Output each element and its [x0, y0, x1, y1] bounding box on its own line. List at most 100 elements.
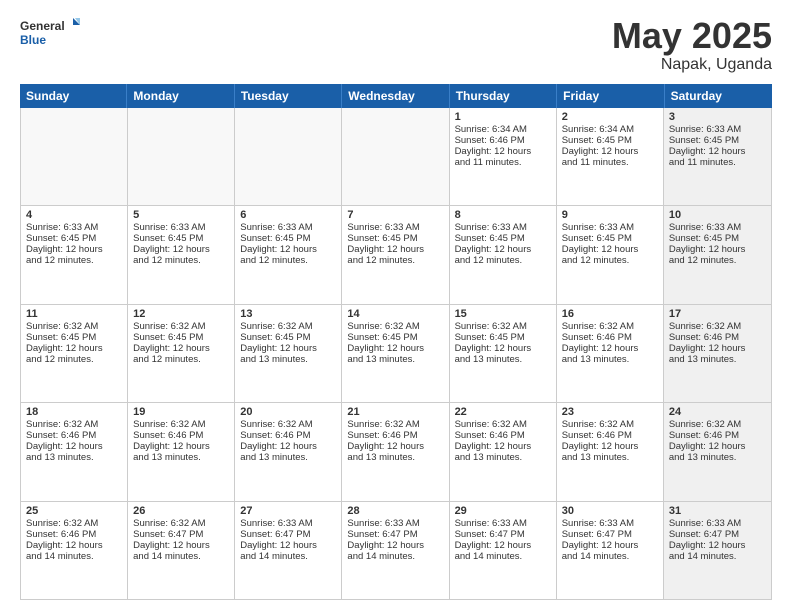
day-info-line: Sunrise: 6:32 AM — [347, 419, 443, 430]
day-number: 10 — [669, 209, 766, 221]
day-info-line: Daylight: 12 hours — [26, 441, 122, 452]
day-info-line: Sunrise: 6:32 AM — [669, 321, 766, 332]
day-info-line: Sunset: 6:45 PM — [669, 135, 766, 146]
day-info-line: Sunrise: 6:32 AM — [562, 419, 658, 430]
day-info-line: and 11 minutes. — [455, 157, 551, 168]
day-info-line: and 12 minutes. — [347, 255, 443, 266]
day-info-line: Sunset: 6:46 PM — [669, 430, 766, 441]
day-info-line: and 12 minutes. — [562, 255, 658, 266]
day-info-line: Daylight: 12 hours — [562, 146, 658, 157]
day-info-line: Sunrise: 6:32 AM — [240, 321, 336, 332]
day-23: 23Sunrise: 6:32 AMSunset: 6:46 PMDayligh… — [557, 403, 664, 500]
day-info-line: Sunrise: 6:32 AM — [455, 419, 551, 430]
day-info-line: Sunset: 6:47 PM — [347, 529, 443, 540]
day-info-line: Daylight: 12 hours — [240, 540, 336, 551]
day-info-line: Daylight: 12 hours — [669, 441, 766, 452]
day-info-line: Daylight: 12 hours — [669, 343, 766, 354]
day-info-line: and 13 minutes. — [669, 354, 766, 365]
day-8: 8Sunrise: 6:33 AMSunset: 6:45 PMDaylight… — [450, 206, 557, 303]
day-10: 10Sunrise: 6:33 AMSunset: 6:45 PMDayligh… — [664, 206, 771, 303]
empty-cell-0-2 — [235, 108, 342, 205]
day-info-line: Sunrise: 6:33 AM — [455, 518, 551, 529]
day-21: 21Sunrise: 6:32 AMSunset: 6:46 PMDayligh… — [342, 403, 449, 500]
calendar-header: SundayMondayTuesdayWednesdayThursdayFrid… — [20, 84, 772, 108]
day-2: 2Sunrise: 6:34 AMSunset: 6:45 PMDaylight… — [557, 108, 664, 205]
day-info-line: Sunrise: 6:32 AM — [133, 321, 229, 332]
day-5: 5Sunrise: 6:33 AMSunset: 6:45 PMDaylight… — [128, 206, 235, 303]
day-info-line: Sunset: 6:46 PM — [26, 430, 122, 441]
day-info-line: Sunrise: 6:32 AM — [26, 321, 122, 332]
week-row-3: 11Sunrise: 6:32 AMSunset: 6:45 PMDayligh… — [21, 305, 771, 403]
day-info-line: and 13 minutes. — [669, 452, 766, 463]
location: Napak, Uganda — [612, 56, 772, 74]
day-info-line: Sunrise: 6:32 AM — [240, 419, 336, 430]
calendar-body: 1Sunrise: 6:34 AMSunset: 6:46 PMDaylight… — [20, 108, 772, 600]
day-info-line: Sunrise: 6:33 AM — [455, 222, 551, 233]
day-number: 20 — [240, 406, 336, 418]
day-28: 28Sunrise: 6:33 AMSunset: 6:47 PMDayligh… — [342, 502, 449, 599]
day-7: 7Sunrise: 6:33 AMSunset: 6:45 PMDaylight… — [342, 206, 449, 303]
day-info-line: and 13 minutes. — [240, 354, 336, 365]
day-13: 13Sunrise: 6:32 AMSunset: 6:45 PMDayligh… — [235, 305, 342, 402]
header-tuesday: Tuesday — [235, 84, 342, 108]
day-16: 16Sunrise: 6:32 AMSunset: 6:46 PMDayligh… — [557, 305, 664, 402]
day-info-line: and 14 minutes. — [669, 551, 766, 562]
day-info-line: Sunset: 6:45 PM — [26, 233, 122, 244]
day-number: 17 — [669, 308, 766, 320]
day-info-line: and 12 minutes. — [26, 255, 122, 266]
empty-cell-0-0 — [21, 108, 128, 205]
day-info-line: and 13 minutes. — [133, 452, 229, 463]
day-info-line: and 14 minutes. — [133, 551, 229, 562]
day-info-line: Sunset: 6:45 PM — [562, 233, 658, 244]
day-info-line: Sunset: 6:46 PM — [26, 529, 122, 540]
header-thursday: Thursday — [450, 84, 557, 108]
day-info-line: Sunset: 6:47 PM — [562, 529, 658, 540]
day-info-line: Sunrise: 6:33 AM — [26, 222, 122, 233]
day-info-line: Sunrise: 6:33 AM — [347, 222, 443, 233]
title-block: May 2025 Napak, Uganda — [612, 16, 772, 74]
day-number: 28 — [347, 505, 443, 517]
day-19: 19Sunrise: 6:32 AMSunset: 6:46 PMDayligh… — [128, 403, 235, 500]
empty-cell-0-3 — [342, 108, 449, 205]
day-number: 14 — [347, 308, 443, 320]
day-info-line: Sunset: 6:46 PM — [133, 430, 229, 441]
day-number: 6 — [240, 209, 336, 221]
day-number: 13 — [240, 308, 336, 320]
day-info-line: Daylight: 12 hours — [562, 244, 658, 255]
day-info-line: Daylight: 12 hours — [133, 343, 229, 354]
day-info-line: and 12 minutes. — [240, 255, 336, 266]
day-info-line: Daylight: 12 hours — [562, 343, 658, 354]
day-info-line: Sunset: 6:47 PM — [133, 529, 229, 540]
day-30: 30Sunrise: 6:33 AMSunset: 6:47 PMDayligh… — [557, 502, 664, 599]
day-info-line: Daylight: 12 hours — [347, 244, 443, 255]
day-number: 22 — [455, 406, 551, 418]
day-info-line: and 13 minutes. — [240, 452, 336, 463]
header-saturday: Saturday — [665, 84, 772, 108]
day-info-line: Sunrise: 6:32 AM — [347, 321, 443, 332]
day-26: 26Sunrise: 6:32 AMSunset: 6:47 PMDayligh… — [128, 502, 235, 599]
day-info-line: Sunrise: 6:33 AM — [240, 518, 336, 529]
day-number: 11 — [26, 308, 122, 320]
day-info-line: and 13 minutes. — [455, 354, 551, 365]
day-info-line: and 12 minutes. — [669, 255, 766, 266]
day-1: 1Sunrise: 6:34 AMSunset: 6:46 PMDaylight… — [450, 108, 557, 205]
day-info-line: and 11 minutes. — [562, 157, 658, 168]
day-info-line: Daylight: 12 hours — [26, 244, 122, 255]
day-info-line: Daylight: 12 hours — [455, 540, 551, 551]
logo-svg: General Blue — [20, 16, 80, 52]
day-number: 27 — [240, 505, 336, 517]
day-12: 12Sunrise: 6:32 AMSunset: 6:45 PMDayligh… — [128, 305, 235, 402]
day-info-line: Daylight: 12 hours — [562, 540, 658, 551]
day-info-line: Daylight: 12 hours — [133, 244, 229, 255]
day-number: 8 — [455, 209, 551, 221]
day-info-line: Sunset: 6:46 PM — [455, 430, 551, 441]
day-info-line: Daylight: 12 hours — [26, 540, 122, 551]
day-number: 18 — [26, 406, 122, 418]
day-number: 15 — [455, 308, 551, 320]
day-6: 6Sunrise: 6:33 AMSunset: 6:45 PMDaylight… — [235, 206, 342, 303]
day-info-line: Sunrise: 6:32 AM — [133, 419, 229, 430]
day-20: 20Sunrise: 6:32 AMSunset: 6:46 PMDayligh… — [235, 403, 342, 500]
day-info-line: Sunrise: 6:32 AM — [26, 419, 122, 430]
day-info-line: Daylight: 12 hours — [669, 540, 766, 551]
day-29: 29Sunrise: 6:33 AMSunset: 6:47 PMDayligh… — [450, 502, 557, 599]
